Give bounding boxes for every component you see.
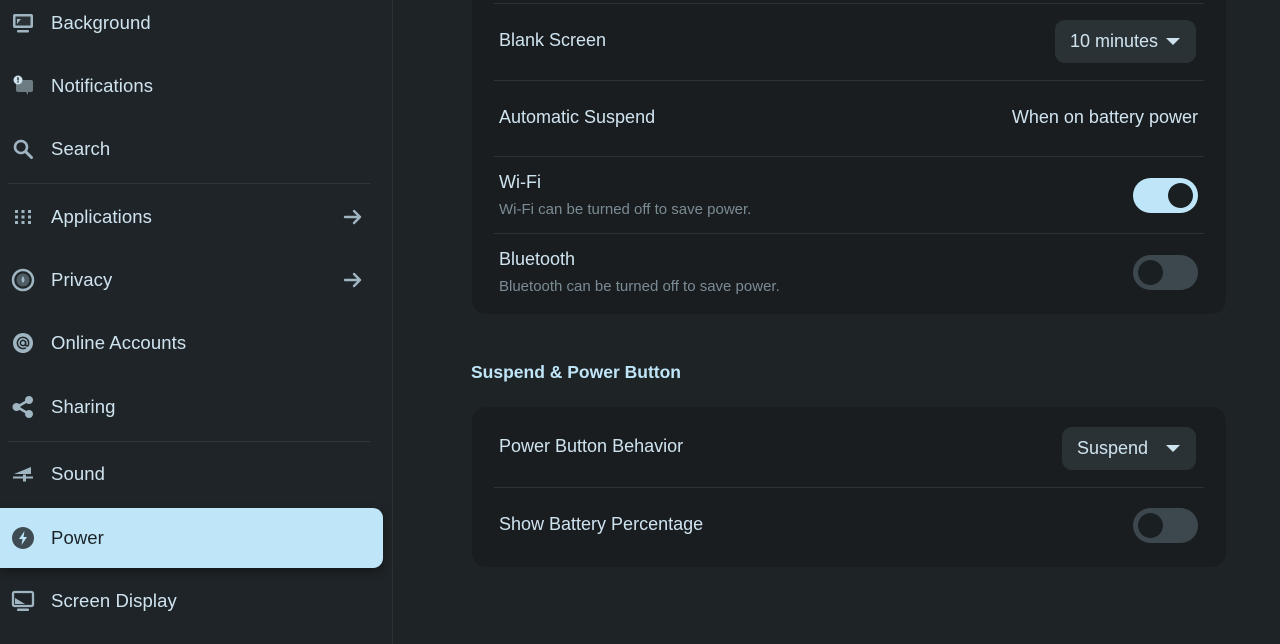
bluetooth-label: Bluetooth [499, 249, 576, 269]
automatic-suspend-value: When on battery power [1011, 107, 1198, 127]
blank-screen-row: Blank Screen 10 minutes [494, 4, 1204, 80]
sound-icon [11, 462, 35, 486]
sidebar-item-online-accounts[interactable]: Online Accounts [0, 313, 383, 373]
sidebar-item-power[interactable]: Power [0, 508, 383, 568]
suspend-power-card: Power Button Behavior Suspend Show Batte… [472, 407, 1226, 567]
show-battery-percentage-toggle[interactable] [1133, 508, 1198, 543]
blank-screen-dropdown[interactable]: 10 minutes [1054, 20, 1196, 63]
sidebar-item-label: Online Accounts [51, 332, 187, 353]
power-button-behavior-label: Power Button Behavior [499, 436, 684, 456]
desktop-monitor-icon [11, 11, 35, 35]
sidebar-item-sound[interactable]: Sound [0, 444, 383, 504]
arrow-right-icon [343, 207, 363, 227]
display-icon [11, 589, 35, 613]
sidebar-item-label: Search [51, 138, 111, 159]
blank-screen-value: 10 minutes [1069, 31, 1158, 51]
wifi-subtitle: Wi-Fi can be turned off to save power. [499, 201, 752, 218]
sidebar-item-label: Sharing [51, 396, 116, 417]
toggle-knob [1138, 260, 1163, 285]
section-heading: Suspend & Power Button [471, 362, 681, 382]
show-battery-percentage-label: Show Battery Percentage [499, 514, 704, 534]
sidebar-item-sharing[interactable]: Sharing [0, 377, 383, 437]
power-button-behavior-dropdown[interactable]: Suspend [1061, 427, 1196, 470]
wifi-row: Wi-Fi Wi-Fi can be turned off to save po… [494, 157, 1204, 233]
sidebar-item-label: Sound [51, 463, 105, 484]
sidebar-item-privacy[interactable]: Privacy [0, 250, 383, 310]
wifi-toggle[interactable] [1133, 178, 1198, 213]
sidebar-item-label: Power [51, 527, 104, 548]
automatic-suspend-label: Automatic Suspend [499, 107, 656, 127]
chevron-down-icon [1166, 445, 1180, 452]
power-button-behavior-value: Suspend [1076, 438, 1148, 458]
chevron-down-icon [1166, 38, 1180, 45]
power-bolt-icon [11, 526, 35, 550]
at-sign-icon [11, 331, 35, 355]
sidebar-separator [8, 441, 370, 442]
privacy-icon [11, 268, 35, 292]
sidebar-item-label: Notifications [51, 75, 154, 96]
share-icon [11, 395, 35, 419]
sidebar-item-label: Screen Display [51, 590, 177, 611]
sidebar: Background Notifications Search Applicat… [0, 0, 393, 644]
bluetooth-row: Bluetooth Bluetooth can be turned off to… [494, 234, 1204, 312]
automatic-suspend-row[interactable]: Automatic Suspend When on battery power [494, 81, 1204, 157]
search-icon [11, 137, 35, 161]
show-battery-percentage-row: Show Battery Percentage [494, 488, 1204, 567]
bluetooth-toggle[interactable] [1133, 255, 1198, 290]
apps-grid-icon [11, 205, 35, 229]
sidebar-item-applications[interactable]: Applications [0, 187, 383, 247]
sidebar-item-notifications[interactable]: Notifications [0, 56, 383, 116]
sidebar-item-label: Privacy [51, 269, 113, 290]
wifi-label: Wi-Fi [499, 172, 541, 192]
notification-bell-icon [11, 74, 35, 98]
sidebar-item-background[interactable]: Background [0, 0, 383, 53]
toggle-knob [1168, 183, 1193, 208]
sidebar-item-search[interactable]: Search [0, 119, 383, 179]
power-button-behavior-row: Power Button Behavior Suspend [494, 407, 1204, 487]
power-saving-card: Blank Screen 10 minutes Automatic Suspen… [472, 0, 1226, 314]
sidebar-item-screen-display[interactable]: Screen Display [0, 571, 383, 631]
blank-screen-label: Blank Screen [499, 30, 607, 50]
arrow-right-icon [343, 270, 363, 290]
sidebar-item-label: Background [51, 12, 151, 33]
toggle-knob [1138, 513, 1163, 538]
sidebar-separator [8, 183, 370, 184]
sidebar-item-label: Applications [51, 206, 152, 227]
bluetooth-subtitle: Bluetooth can be turned off to save powe… [499, 278, 780, 295]
